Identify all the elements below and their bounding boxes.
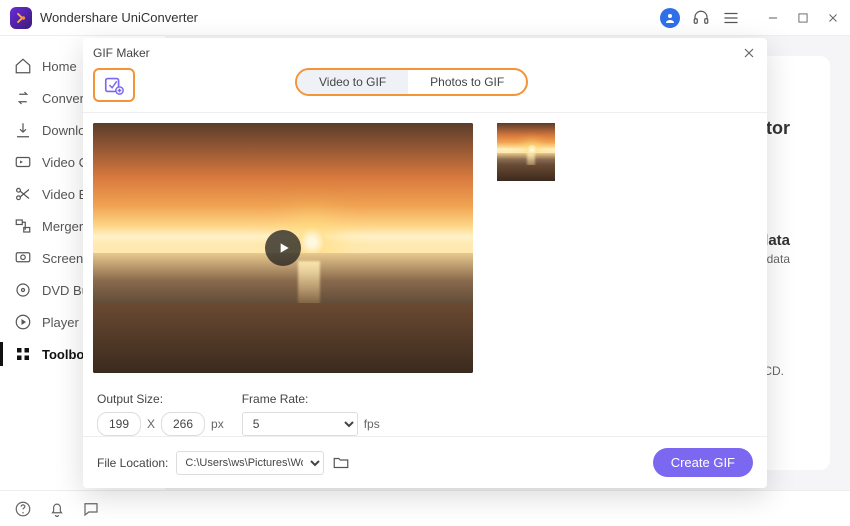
maximize-icon[interactable] [796, 11, 810, 25]
chat-icon[interactable] [82, 500, 100, 518]
file-location-select[interactable]: C:\Users\ws\Pictures\Wonders [176, 451, 324, 475]
output-size-label: Output Size: [97, 392, 224, 406]
x-separator: X [147, 417, 155, 431]
bg-text-fragment: tor [766, 118, 790, 139]
compress-icon [14, 153, 32, 171]
open-folder-icon[interactable] [332, 454, 350, 472]
player-icon [14, 313, 32, 331]
add-media-button[interactable] [93, 68, 135, 102]
file-location-group: File Location: C:\Users\ws\Pictures\Wond… [97, 451, 350, 475]
output-size-group: Output Size: X px [97, 392, 224, 436]
sidebar-item-label: Player [42, 315, 79, 330]
user-avatar-icon[interactable] [660, 8, 680, 28]
modal-header: GIF Maker [83, 38, 767, 64]
tab-photos-to-gif[interactable]: Photos to GIF [408, 70, 526, 94]
create-gif-button[interactable]: Create GIF [653, 448, 753, 477]
home-icon [14, 57, 32, 75]
window-controls [766, 11, 840, 25]
modal-title: GIF Maker [93, 46, 150, 60]
file-location-label: File Location: [97, 456, 168, 470]
controls-row: Output Size: X px Frame Rate: 5 fps [83, 382, 767, 436]
px-unit: px [211, 417, 224, 431]
titlebar-right [660, 8, 840, 28]
record-icon [14, 249, 32, 267]
download-icon [14, 121, 32, 139]
grid-icon [14, 345, 32, 363]
close-icon[interactable] [826, 11, 840, 25]
modal-footer: File Location: C:\Users\ws\Pictures\Wond… [83, 436, 767, 488]
modal-tabs-row: Video to GIF Photos to GIF [83, 64, 767, 113]
bell-icon[interactable] [48, 500, 66, 518]
frame-rate-select[interactable]: 5 [242, 412, 358, 436]
video-preview[interactable] [93, 123, 473, 373]
tab-video-to-gif[interactable]: Video to GIF [297, 70, 408, 94]
app-title: Wondershare UniConverter [40, 10, 660, 25]
app-logo [10, 7, 32, 29]
statusbar [0, 490, 850, 526]
help-icon[interactable] [14, 500, 32, 518]
thumbnail-item[interactable] [497, 123, 555, 181]
titlebar: Wondershare UniConverter [0, 0, 850, 36]
scissors-icon [14, 185, 32, 203]
mode-toggle: Video to GIF Photos to GIF [295, 68, 528, 96]
fps-unit: fps [364, 417, 380, 431]
disc-icon [14, 281, 32, 299]
merger-icon [14, 217, 32, 235]
modal-close-icon[interactable] [741, 45, 757, 61]
output-height-input[interactable] [161, 412, 205, 436]
converter-icon [14, 89, 32, 107]
modal-body [83, 113, 767, 382]
minimize-icon[interactable] [766, 11, 780, 25]
thumbnail-list [497, 123, 757, 382]
sidebar-item-label: Merger [42, 219, 83, 234]
output-width-input[interactable] [97, 412, 141, 436]
gif-maker-modal: GIF Maker Video to GIF Photos to GIF Out… [83, 38, 767, 488]
frame-rate-label: Frame Rate: [242, 392, 380, 406]
headset-icon[interactable] [692, 9, 710, 27]
menu-icon[interactable] [722, 9, 740, 27]
frame-rate-group: Frame Rate: 5 fps [242, 392, 380, 436]
sidebar-item-label: Home [42, 59, 77, 74]
play-icon[interactable] [265, 230, 301, 266]
